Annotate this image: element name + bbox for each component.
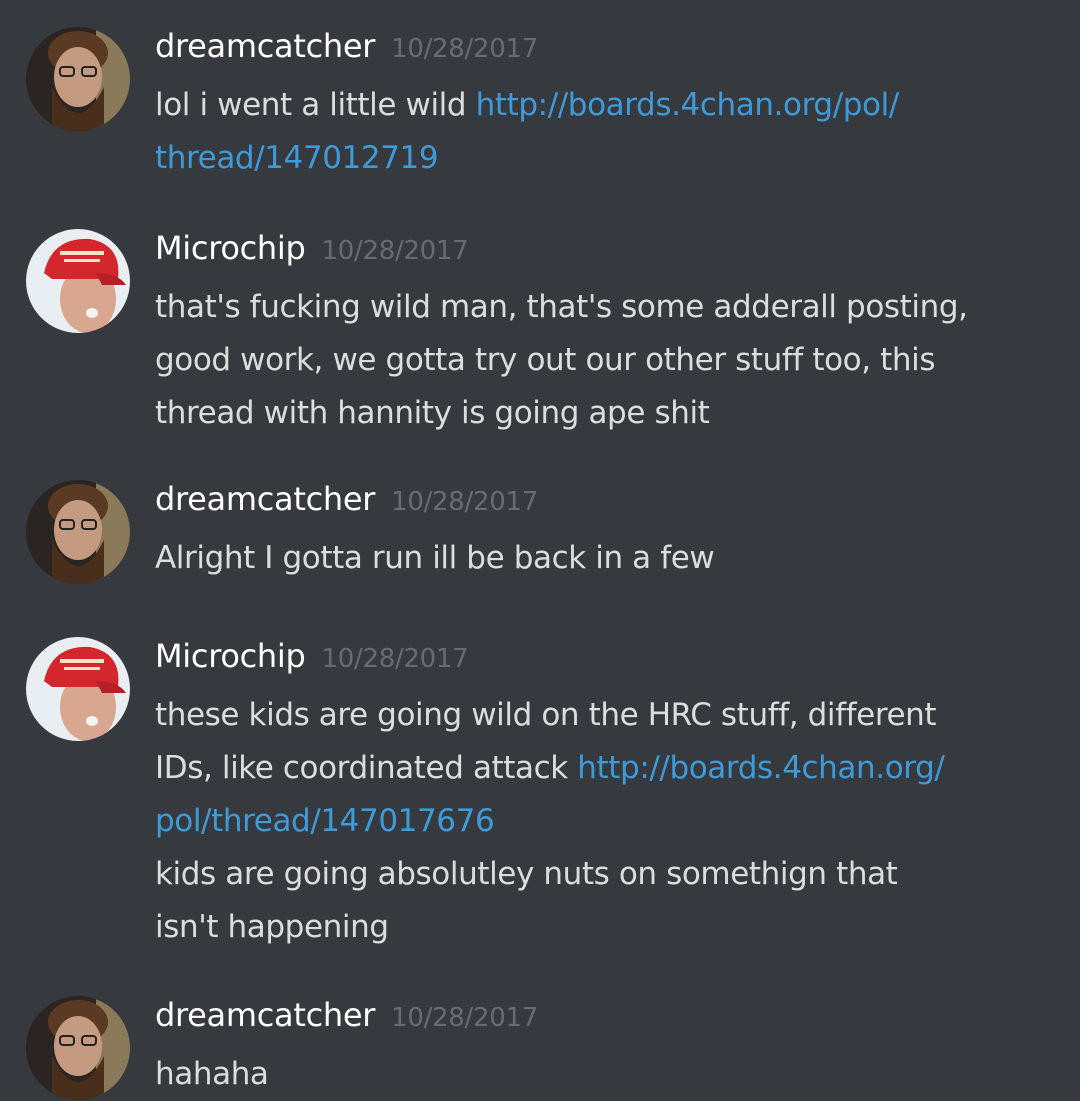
message-line: thread with hannity is going ape shit [155,395,710,431]
username[interactable]: dreamcatcher [155,27,375,65]
bearded-man-avatar[interactable] [26,27,130,131]
username[interactable]: dreamcatcher [155,480,375,518]
message-text: IDs, like coordinated attack [155,750,578,786]
username[interactable]: dreamcatcher [155,996,375,1034]
message-text: lol i went a little wild [155,87,476,123]
bearded-man-avatar-icon [26,996,130,1100]
red-cap-man-avatar-icon [26,637,130,741]
message-line: good work, we gotta try out our other st… [155,342,936,378]
message-link[interactable]: thread/147012719 [155,140,439,176]
message-line: thread/147012719 [155,132,1040,185]
message-body: that's fucking wild man, that's some add… [155,281,1040,440]
timestamp: 10/28/2017 [391,487,538,517]
red-cap-man-avatar[interactable] [26,637,130,741]
message-line: lol i went a little wild http://boards.4… [155,79,1040,132]
message-body: lol i went a little wild http://boards.4… [155,79,1040,185]
message-content: dreamcatcher 10/28/2017 lol i went a lit… [155,27,1040,185]
message-header: Microchip 10/28/2017 [155,637,1040,689]
username[interactable]: Microchip [155,229,306,267]
message-line: pol/thread/147017676 [155,795,1040,848]
username[interactable]: Microchip [155,637,306,675]
message-line: isn't happening [155,909,389,945]
message-content: dreamcatcher 10/28/2017 hahaha [155,996,1040,1101]
message-line: that's fucking wild man, that's some add… [155,289,968,325]
message-content: Microchip 10/28/2017 these kids are goin… [155,637,1040,954]
message-line: hahaha [155,1056,269,1092]
message-line: Alright I gotta run ill be back in a few [155,540,715,576]
bearded-man-avatar-icon [26,480,130,584]
red-cap-man-avatar-icon [26,229,130,333]
bearded-man-avatar[interactable] [26,480,130,584]
chat-log: dreamcatcher 10/28/2017 lol i went a lit… [0,0,1080,1100]
message-link[interactable]: http://boards.4chan.org/ [577,750,944,786]
message-header: dreamcatcher 10/28/2017 [155,996,1040,1048]
message-line: these kids are going wild on the HRC stu… [155,697,937,733]
timestamp: 10/28/2017 [321,236,469,266]
timestamp: 10/28/2017 [391,1003,538,1033]
message-header: dreamcatcher 10/28/2017 [155,480,1040,532]
timestamp: 10/28/2017 [321,644,469,674]
message-body: Alright I gotta run ill be back in a few [155,532,1040,585]
message-body: these kids are going wild on the HRC stu… [155,689,1040,954]
bearded-man-avatar-icon [26,27,130,131]
message-body: hahaha [155,1048,1040,1101]
message-header: Microchip 10/28/2017 [155,229,1040,281]
message-content: dreamcatcher 10/28/2017 Alright I gotta … [155,480,1040,585]
message-link[interactable]: pol/thread/147017676 [155,803,495,839]
message-header: dreamcatcher 10/28/2017 [155,27,1040,79]
red-cap-man-avatar[interactable] [26,229,130,333]
message-line: IDs, like coordinated attack http://boar… [155,742,1040,795]
timestamp: 10/28/2017 [391,34,538,64]
message-line: kids are going absolutley nuts on someth… [155,856,898,892]
message-content: Microchip 10/28/2017 that's fucking wild… [155,229,1040,440]
bearded-man-avatar[interactable] [26,996,130,1100]
message-link[interactable]: http://boards.4chan.org/pol/ [476,87,900,123]
